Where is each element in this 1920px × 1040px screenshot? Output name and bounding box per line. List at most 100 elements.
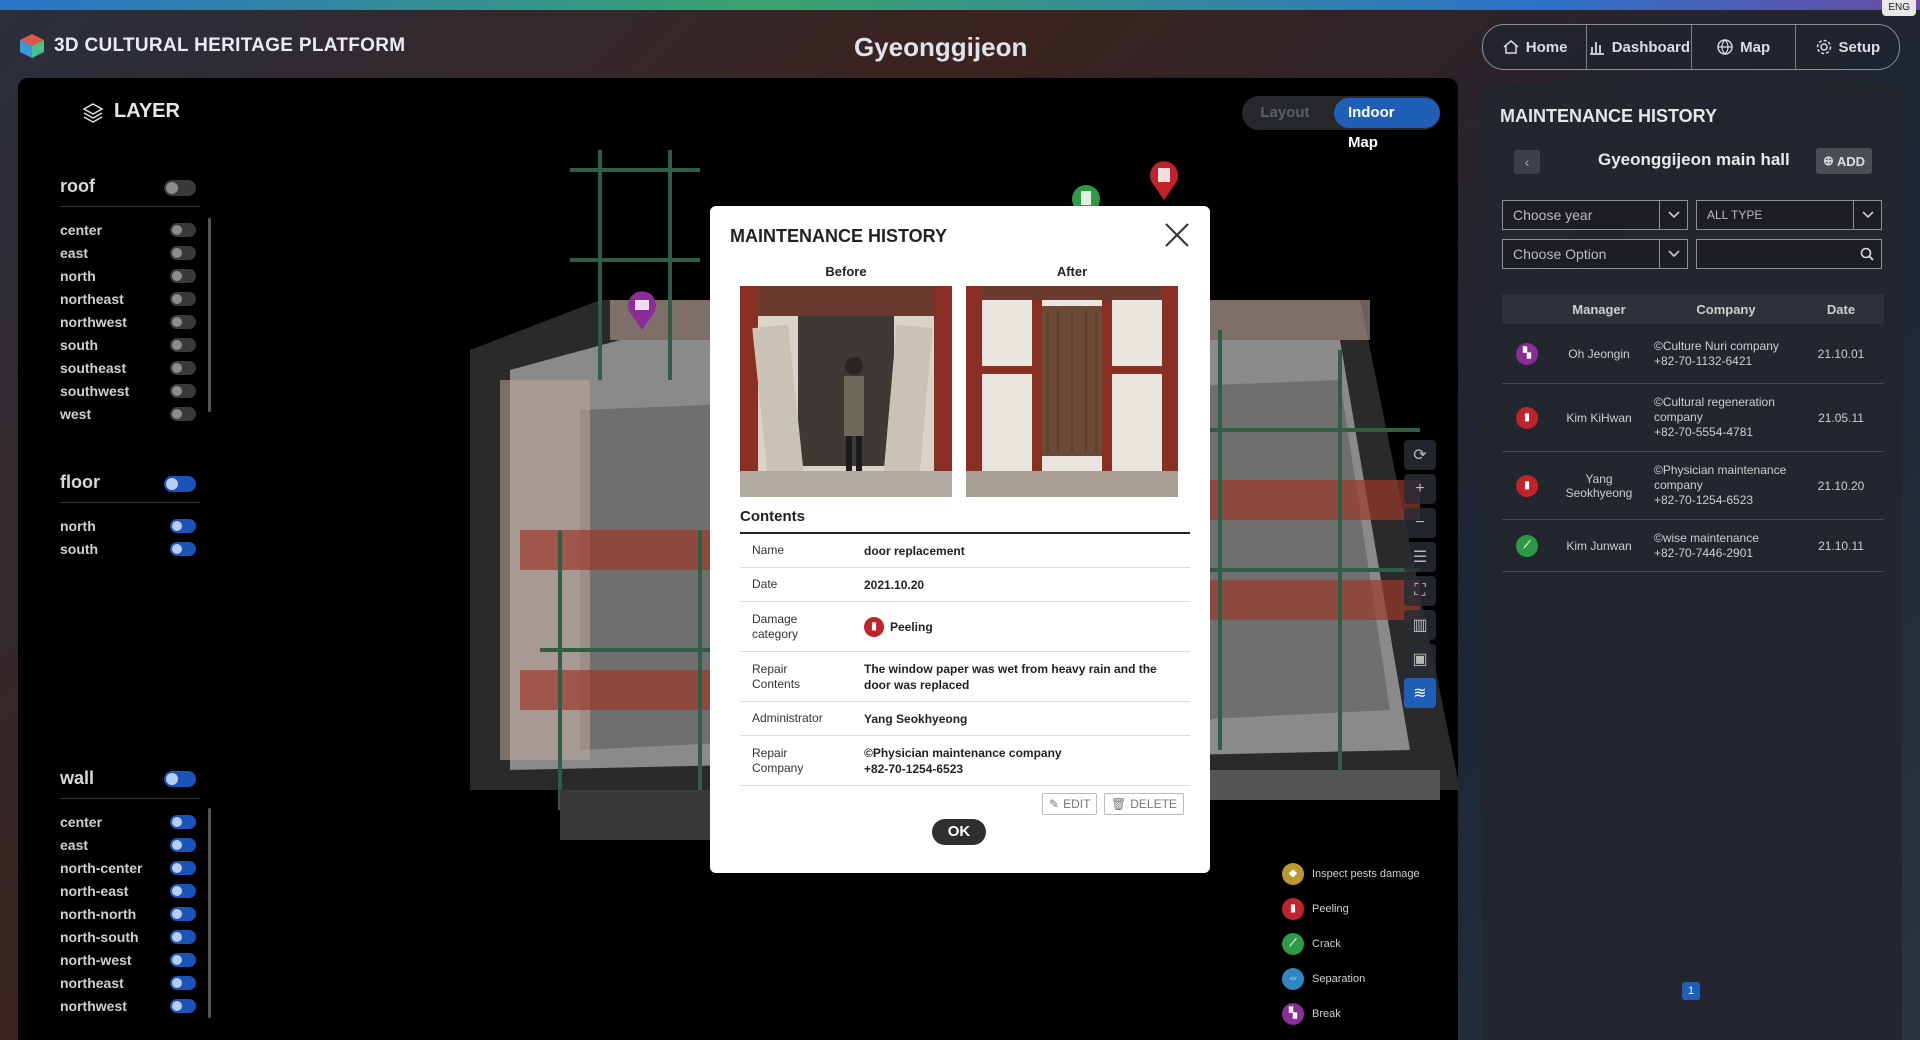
- table-row[interactable]: ⟋ Kim Junwan ©wise maintenance +82-70-74…: [1502, 520, 1884, 572]
- nav-setup[interactable]: Setup: [1796, 25, 1899, 69]
- roof-group-toggle[interactable]: [164, 180, 196, 196]
- year-select[interactable]: Choose year: [1502, 200, 1688, 230]
- rotate-icon[interactable]: ⟳: [1404, 440, 1436, 470]
- nav-home[interactable]: Home: [1483, 25, 1588, 69]
- modal-title: MAINTENANCE HISTORY: [730, 226, 948, 246]
- edit-button[interactable]: ✎ EDIT: [1042, 793, 1098, 815]
- layer-toggle[interactable]: [170, 838, 196, 852]
- search-input[interactable]: [1696, 239, 1882, 269]
- layer-toggle[interactable]: [170, 338, 196, 352]
- ok-button[interactable]: OK: [932, 819, 986, 845]
- add-button[interactable]: ⊕ ADD: [1816, 148, 1872, 174]
- layer-toggle[interactable]: [170, 999, 196, 1013]
- layer-toggle[interactable]: [170, 315, 196, 329]
- company-name: ©Physician maintenance company: [1654, 463, 1787, 492]
- floor-group-toggle[interactable]: [164, 476, 196, 492]
- zoom-out-icon[interactable]: −: [1404, 508, 1436, 538]
- layer-item: northwest: [60, 998, 127, 1014]
- layer-toggle[interactable]: [170, 384, 196, 398]
- after-label: After: [1056, 264, 1088, 279]
- layer-toggle[interactable]: [170, 884, 196, 898]
- close-icon[interactable]: [1162, 220, 1192, 250]
- after-photo[interactable]: [966, 286, 1178, 497]
- table-row[interactable]: ▮ Kim KiHwan ©Cultural regeneration comp…: [1502, 384, 1884, 452]
- layer-toggle[interactable]: [170, 953, 196, 967]
- roof-scrollbar[interactable]: [208, 218, 211, 412]
- layout-tab[interactable]: Layout: [1242, 98, 1328, 128]
- layer-item: southwest: [60, 383, 130, 399]
- home-icon: [1503, 40, 1519, 54]
- app-logo[interactable]: 3D CULTURAL HERITAGE PLATFORM: [18, 32, 405, 60]
- before-label: Before: [825, 264, 867, 279]
- view-toggle: Layout Indoor Map: [1242, 96, 1440, 151]
- indoor-map-tab[interactable]: Indoor Map: [1333, 98, 1440, 151]
- layer-toggle[interactable]: [170, 815, 196, 829]
- layer-item: west: [60, 406, 92, 422]
- layer-toggle[interactable]: [170, 269, 196, 283]
- chart-icon[interactable]: ▥: [1404, 610, 1436, 640]
- company-phone: +82-70-5554-4781: [1654, 425, 1754, 439]
- nav-map[interactable]: Map: [1692, 25, 1796, 69]
- edit-label: EDIT: [1063, 797, 1091, 811]
- table-row[interactable]: ▚ Oh Jeongin ©Culture Nuri company +82-7…: [1502, 324, 1884, 384]
- top-stripe: [0, 0, 1920, 10]
- layer-toggle[interactable]: [170, 976, 196, 990]
- layer-toggle[interactable]: [170, 930, 196, 944]
- company-name: ©wise maintenance: [1654, 530, 1759, 545]
- layer-toggle[interactable]: [170, 246, 196, 260]
- zoom-in-icon[interactable]: +: [1404, 474, 1436, 504]
- legend-label: Separation: [1312, 972, 1366, 985]
- legend-item: ▮ Peeling: [1282, 891, 1420, 926]
- field-label: Repair Company: [752, 745, 804, 775]
- company-cell: ©Culture Nuri company +82-70-1132-6421: [1646, 339, 1798, 369]
- list-icon[interactable]: ☰: [1404, 542, 1436, 572]
- layer-item: north-south: [60, 929, 139, 945]
- nav-map-label: Map: [1740, 38, 1771, 56]
- option-select-value: Choose Option: [1513, 246, 1607, 262]
- layer-toggle[interactable]: [170, 542, 196, 556]
- layer-item: northeast: [60, 975, 124, 991]
- layers-tool-icon[interactable]: ≋: [1404, 678, 1436, 708]
- pagination-page[interactable]: 1: [1682, 982, 1700, 1000]
- layer-toggle[interactable]: [170, 519, 196, 533]
- layer-toggle[interactable]: [170, 361, 196, 375]
- type-select[interactable]: ALL TYPE: [1696, 200, 1882, 230]
- separation-icon: ⇔: [1282, 967, 1304, 990]
- break-marker-icon[interactable]: [625, 288, 659, 332]
- date-cell: 21.10.11: [1818, 538, 1864, 553]
- cube-logo-icon: [20, 34, 44, 58]
- delete-button[interactable]: 🗑 DELETE: [1104, 793, 1184, 815]
- layer-item: east: [60, 837, 89, 853]
- page-title: Gyeonggijeon: [854, 32, 1028, 62]
- peeling-marker-icon[interactable]: [1147, 158, 1181, 202]
- search-icon[interactable]: [1853, 240, 1881, 268]
- layer-toggle[interactable]: [170, 407, 196, 421]
- layer-toggle[interactable]: [170, 223, 196, 237]
- layer-toggle[interactable]: [170, 907, 196, 921]
- wall-scrollbar[interactable]: [208, 808, 211, 1018]
- legend-item: ◆ Inspect pests damage: [1282, 856, 1420, 891]
- layer-title-text: LAYER: [114, 100, 180, 122]
- fit-view-icon[interactable]: ⛶: [1404, 576, 1436, 606]
- layer-toggle[interactable]: [170, 292, 196, 306]
- layer-item: north: [60, 268, 96, 284]
- crack-icon: ⟋: [1282, 932, 1304, 955]
- save-icon[interactable]: ▣: [1404, 644, 1436, 674]
- divider: [60, 798, 200, 799]
- nav-dashboard[interactable]: Dashboard: [1587, 25, 1692, 69]
- break-icon: ▚: [1282, 1002, 1304, 1025]
- peeling-icon: ▮: [1282, 897, 1304, 920]
- option-select[interactable]: Choose Option: [1502, 239, 1688, 269]
- layer-item: north-east: [60, 883, 129, 899]
- layer-toggle[interactable]: [170, 861, 196, 875]
- wall-group-toggle[interactable]: [164, 771, 196, 787]
- back-button[interactable]: ‹: [1514, 150, 1540, 174]
- field-label: Name: [752, 543, 785, 557]
- year-select-value: Choose year: [1513, 207, 1593, 223]
- before-photo[interactable]: [740, 286, 952, 497]
- panel-title: MAINTENANCE HISTORY: [1500, 106, 1718, 126]
- trash-icon: 🗑: [1111, 797, 1127, 811]
- table-row[interactable]: ▮ Yang Seokhyeong ©Physician maintenance…: [1502, 452, 1884, 520]
- layer-item: north-west: [60, 952, 132, 968]
- company-cell: ©Physician maintenance company +82-70-12…: [1646, 463, 1798, 508]
